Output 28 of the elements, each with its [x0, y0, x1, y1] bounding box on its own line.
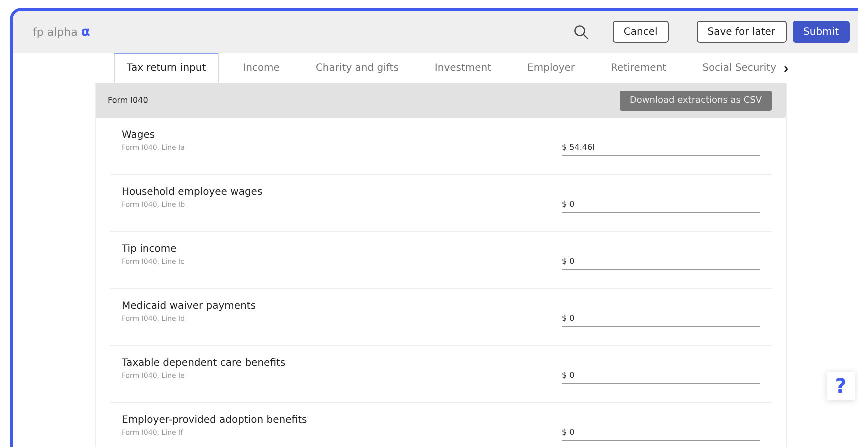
logo: fp alpha α	[33, 24, 90, 40]
tab[interactable]: Employer	[516, 53, 588, 83]
amount-field[interactable]: $ 0	[562, 424, 760, 441]
tab[interactable]: Retirement	[599, 53, 679, 83]
tab[interactable]: Charity and gifts	[304, 53, 411, 83]
tab-scroll-button[interactable]: ›	[778, 60, 795, 76]
tab[interactable]: Income	[231, 53, 292, 83]
field-label: Wages	[122, 130, 156, 141]
field-label: Employer-provided adoption benefits	[122, 415, 308, 426]
form-title: Form I040	[108, 96, 148, 105]
amount-field[interactable]: $ 0	[562, 367, 760, 384]
field-label: Tip income	[122, 244, 178, 255]
tab[interactable]: Social Security	[690, 53, 778, 83]
amount-field[interactable]: $ 0	[562, 253, 760, 270]
header-button[interactable]: Save for later	[696, 21, 787, 43]
tab[interactable]: Investment	[422, 53, 504, 83]
amount-field[interactable]: $ 54.46I	[562, 139, 760, 156]
field-label: Medicaid waiver payments	[122, 301, 256, 312]
field-label: Household employee wages	[122, 187, 263, 198]
amount-field[interactable]: $ 0	[562, 310, 760, 327]
tab[interactable]: Tax return input	[114, 53, 220, 83]
header-button[interactable]: Cancel	[612, 21, 669, 43]
help-button[interactable]: ?	[827, 372, 855, 400]
amount-field[interactable]: $ 0	[562, 196, 760, 213]
header-button[interactable]: Submit	[792, 21, 850, 43]
search-icon[interactable]	[574, 24, 589, 40]
field-label: Taxable dependent care benefits	[122, 358, 286, 369]
download-button[interactable]: Download extractions as CSV	[620, 90, 772, 110]
